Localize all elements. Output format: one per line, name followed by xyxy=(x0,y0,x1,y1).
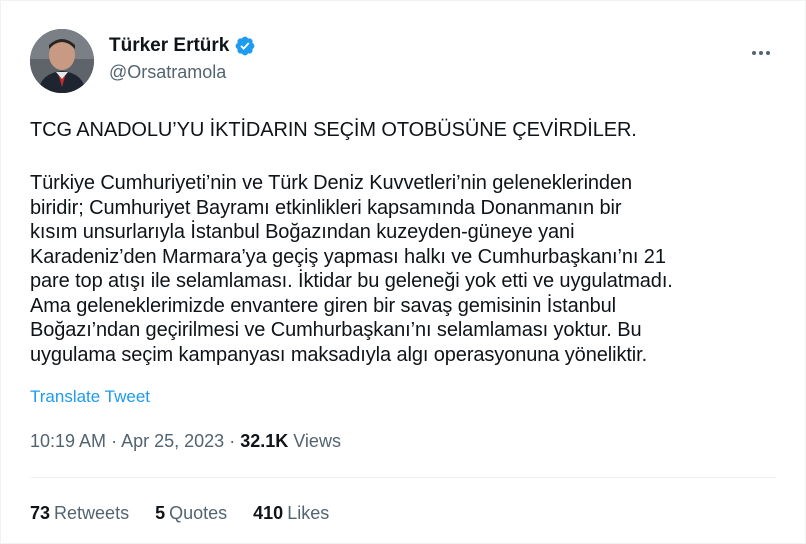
tweet-body-line: Ama geleneklerimizde envantere giren bir… xyxy=(30,294,617,317)
tweet-card: Türker Ertürk @Orsatramola TCG ANADOLU’Y… xyxy=(0,0,806,544)
likes-stat[interactable]: 410 Likes xyxy=(253,503,329,524)
tweet-body-line: kısım unsurlarıyla İstanbul Boğazından k… xyxy=(30,221,575,243)
quotes-label: Quotes xyxy=(169,503,228,523)
tweet-headline: TCG ANADOLU’YU İKTİDARIN SEÇİM OTOBÜSÜNE… xyxy=(30,119,637,141)
retweets-count: 73 xyxy=(30,503,51,523)
quotes-stat[interactable]: 5 Quotes xyxy=(155,503,227,524)
tweet-header: Türker Ertürk @Orsatramola xyxy=(30,29,785,93)
tweet-body-line: uygulama seçim kampanyası maksadıyla alg… xyxy=(30,343,648,366)
views-count: 32.1K xyxy=(240,431,289,451)
tweet-body-line: Karadeniz’den Marmara’ya geçiş yapması h… xyxy=(30,245,666,268)
tweet-stats: 73 Retweets 5 Quotes 410 Likes xyxy=(30,503,329,524)
likes-count: 410 xyxy=(253,503,284,523)
tweet-time[interactable]: 10:19 AM xyxy=(30,431,106,451)
meta-separator: · xyxy=(111,431,122,451)
translate-tweet-link[interactable]: Translate Tweet xyxy=(30,387,150,407)
verified-badge-icon xyxy=(234,35,256,57)
meta-separator: · xyxy=(229,431,241,451)
quotes-count: 5 xyxy=(155,503,166,523)
retweets-label: Retweets xyxy=(54,503,130,523)
tweet-body-line: Türkiye Cumhuriyeti’nin ve Türk Deniz Ku… xyxy=(30,172,632,194)
tweet-body-line: pare top atışı ile selamlaması. İktidar … xyxy=(30,270,673,292)
tweet-date[interactable]: Apr 25, 2023 xyxy=(121,431,224,451)
divider xyxy=(30,477,776,478)
tweet-body-line: Boğazı’ndan geçirilmesi ve Cumhurbaşkanı… xyxy=(30,319,642,341)
views-label: Views xyxy=(293,431,341,451)
author-info: Türker Ertürk @Orsatramola xyxy=(109,35,256,83)
avatar[interactable] xyxy=(30,29,94,93)
tweet-body: Türkiye Cumhuriyeti’nin ve Türk Deniz Ku… xyxy=(30,171,800,367)
more-horizontal-icon xyxy=(752,51,756,55)
tweet-meta: 10:19 AM · Apr 25, 2023 · 32.1K Views xyxy=(30,431,341,452)
author-handle[interactable]: @Orsatramola xyxy=(109,62,256,83)
author-display-name[interactable]: Türker Ertürk xyxy=(109,35,229,57)
tweet-body-line: biridir; Cumhuriyet Bayramı etkinlikleri… xyxy=(30,196,622,219)
avatar-image xyxy=(30,29,94,93)
retweets-stat[interactable]: 73 Retweets xyxy=(30,503,129,524)
more-options-button[interactable] xyxy=(743,39,779,67)
likes-label: Likes xyxy=(287,503,330,523)
